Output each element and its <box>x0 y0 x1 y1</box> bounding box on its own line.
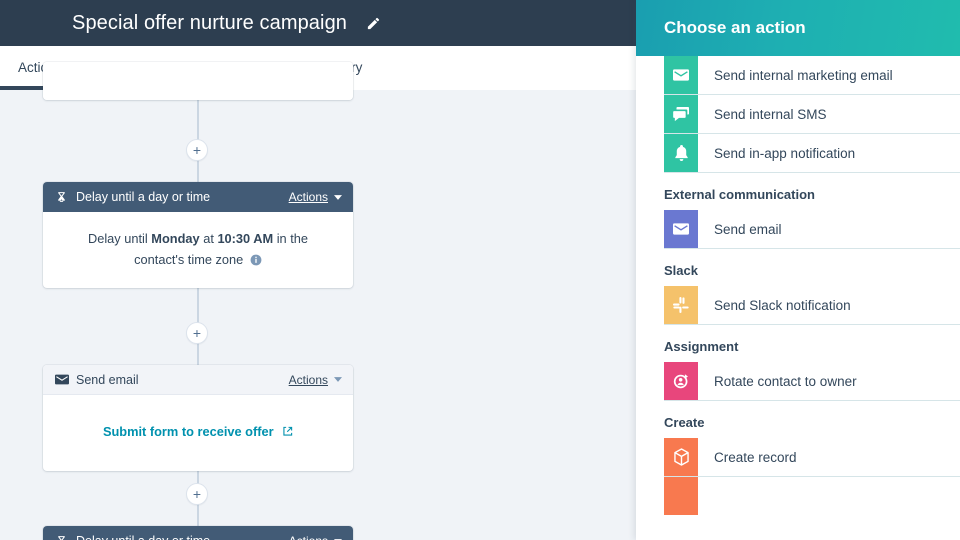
chevron-down-icon <box>334 377 342 382</box>
action-item-send-internal-marketing-email[interactable]: Send internal marketing email <box>664 56 960 95</box>
hourglass-icon <box>54 190 69 205</box>
chat-bubbles-icon <box>664 95 698 133</box>
section-heading-external-communication: External communication <box>636 173 960 210</box>
action-item-rotate-contact-to-owner[interactable]: Rotate contact to owner <box>664 362 960 401</box>
node-actions-dropdown[interactable]: Actions <box>289 190 342 204</box>
node-title: Delay until a day or time <box>76 534 289 540</box>
section-heading-assignment: Assignment <box>636 325 960 362</box>
slack-icon <box>664 286 698 324</box>
envelope-icon <box>664 56 698 94</box>
workflow-editor: Special offer nurture campaign Actions S… <box>0 0 636 540</box>
add-step-button[interactable]: + <box>186 322 208 344</box>
workflow-node-delay[interactable]: Delay until a day or time Actions Delay … <box>43 182 353 288</box>
info-icon[interactable] <box>250 254 262 266</box>
action-item-send-email[interactable]: Send email <box>664 210 960 249</box>
workflow-node-delay-bottom[interactable]: Delay until a day or time Actions <box>43 526 353 540</box>
node-header: Delay until a day or time Actions <box>43 182 353 212</box>
node-actions-label: Actions <box>289 190 328 204</box>
node-actions-label: Actions <box>289 534 328 540</box>
node-actions-dropdown[interactable]: Actions <box>289 534 342 540</box>
external-link-icon[interactable] <box>282 426 293 437</box>
action-item-label: Send email <box>698 222 782 237</box>
action-item-create-record[interactable]: Create record <box>664 438 960 477</box>
node-actions-label: Actions <box>289 373 328 387</box>
add-step-button[interactable]: + <box>186 139 208 161</box>
node-body: Submit form to receive offer <box>43 395 353 471</box>
node-header: Send email Actions <box>43 365 353 395</box>
cube-icon <box>664 438 698 476</box>
section-heading-create: Create <box>636 401 960 438</box>
action-item-label: Send Slack notification <box>698 298 851 313</box>
action-item-partial-bottom[interactable] <box>664 477 960 515</box>
pencil-icon[interactable] <box>363 13 383 33</box>
page-title: Special offer nurture campaign <box>72 12 347 35</box>
action-item-label: Send in-app notification <box>698 146 855 161</box>
add-step-button[interactable]: + <box>186 483 208 505</box>
chevron-down-icon <box>334 195 342 200</box>
action-item-label: Send internal marketing email <box>698 68 893 83</box>
bell-icon <box>664 134 698 172</box>
workflow-node-partial-top[interactable] <box>43 62 353 100</box>
panel-header: Choose an action <box>636 0 960 56</box>
hourglass-icon <box>54 534 69 540</box>
action-item-send-internal-sms[interactable]: Send internal SMS <box>664 95 960 134</box>
node-title: Delay until a day or time <box>76 190 289 204</box>
action-item-label: Create record <box>698 450 797 465</box>
workflow-canvas: + Delay until a day or time Actions Dela… <box>0 90 636 540</box>
rotate-contact-icon <box>664 362 698 400</box>
section-heading-slack: Slack <box>636 249 960 286</box>
node-title: Send email <box>76 373 289 387</box>
node-header: Delay until a day or time Actions <box>43 526 353 540</box>
envelope-icon <box>54 372 69 387</box>
action-item-label: Send internal SMS <box>698 107 827 122</box>
delay-mid: at <box>200 231 218 246</box>
action-item-send-slack-notification[interactable]: Send Slack notification <box>664 286 960 325</box>
workflow-node-send-email[interactable]: Send email Actions Submit form to receiv… <box>43 365 353 471</box>
cube-icon <box>664 477 698 515</box>
node-actions-dropdown[interactable]: Actions <box>289 373 342 387</box>
delay-time: 10:30 AM <box>217 231 273 246</box>
delay-description: Delay until Monday at 10:30 AM in the co… <box>65 228 331 270</box>
node-body: Delay until Monday at 10:30 AM in the co… <box>43 212 353 288</box>
action-item-send-in-app-notification[interactable]: Send in-app notification <box>664 134 960 173</box>
action-list[interactable]: Send internal marketing email Send inter… <box>636 56 960 540</box>
top-bar: Special offer nurture campaign <box>0 0 636 46</box>
action-item-label: Rotate contact to owner <box>698 374 857 389</box>
email-link[interactable]: Submit form to receive offer <box>103 424 274 439</box>
delay-prefix: Delay until <box>88 231 151 246</box>
delay-day: Monday <box>151 231 199 246</box>
envelope-icon <box>664 210 698 248</box>
choose-action-panel: Choose an action Send internal marketing… <box>636 0 960 540</box>
panel-title: Choose an action <box>664 18 806 38</box>
